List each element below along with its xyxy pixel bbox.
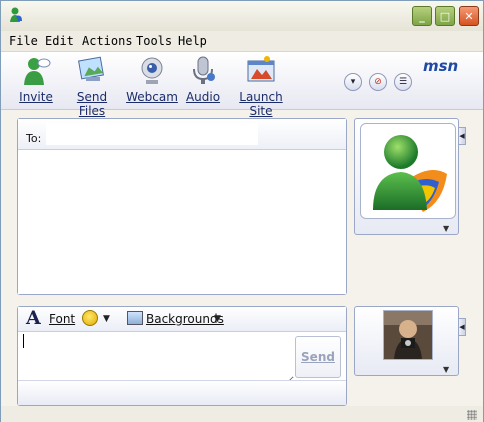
conversation-panel: To:	[17, 118, 347, 295]
maximize-icon: □	[439, 9, 451, 23]
collapse-self-picture-button[interactable]: ◀	[459, 318, 466, 336]
options-icon: ☰	[398, 77, 408, 87]
format-toolbar: A Font ▼ Backgrounds ▼	[18, 307, 346, 332]
close-icon: ✕	[464, 9, 474, 23]
dropdown-icon: ▾	[350, 77, 356, 87]
menu-actions[interactable]: Actions	[82, 34, 133, 48]
font-icon[interactable]: A	[26, 307, 41, 329]
send-button[interactable]: Send	[295, 336, 341, 378]
options-button[interactable]: ☰	[394, 73, 412, 91]
audio-icon	[193, 56, 215, 84]
block-icon: ⊘	[374, 77, 382, 87]
close-button[interactable]: ✕	[459, 6, 479, 26]
collapse-contact-picture-button[interactable]: ◀	[459, 127, 466, 145]
webcam-icon	[141, 57, 163, 84]
msn-buddy-small-icon	[10, 7, 22, 22]
invite-button[interactable]: Invite	[19, 55, 53, 104]
chevron-left-icon: ◀	[459, 132, 465, 140]
chevron-left-icon: ◀	[459, 323, 465, 331]
backgrounds-icon[interactable]	[127, 311, 143, 325]
minimize-button[interactable]: _	[412, 6, 432, 26]
status-bar	[1, 406, 483, 422]
toolbar-dropdown-button[interactable]: ▾	[344, 73, 362, 91]
launch-site-button[interactable]: Launch Site	[239, 55, 283, 118]
send-files-icon	[78, 56, 104, 81]
minimize-icon: _	[419, 9, 425, 23]
launch-site-label: Launch Site	[239, 90, 283, 118]
menu-bar: File Edit Actions Tools Help	[1, 31, 483, 52]
self-display-picture-panel: ▼	[354, 306, 459, 376]
menu-help[interactable]: Help	[178, 34, 207, 48]
menu-tools[interactable]: Tools	[136, 34, 172, 48]
text-cursor	[23, 334, 24, 348]
contact-display-picture-panel: ▼	[354, 118, 459, 235]
resize-grip-icon[interactable]	[467, 410, 477, 420]
webcam-label: Webcam	[126, 90, 178, 104]
to-label: To:	[26, 132, 42, 145]
maximize-button[interactable]: □	[435, 6, 455, 26]
emoticon-dropdown-icon[interactable]: ▼	[103, 314, 110, 324]
launch-site-icon	[247, 56, 275, 82]
invite-icon	[24, 58, 51, 85]
menu-file[interactable]: File	[9, 34, 38, 48]
smiley-icon[interactable]	[82, 310, 98, 326]
self-display-picture[interactable]	[383, 310, 433, 360]
compose-footer	[18, 380, 346, 405]
user-photo-icon	[384, 311, 432, 359]
invite-label: Invite	[19, 90, 53, 104]
message-input[interactable]	[20, 333, 294, 385]
webcam-button[interactable]: Webcam	[126, 55, 178, 104]
conversation-window: _ □ ✕ File Edit Actions Tools Help Invit…	[0, 0, 484, 422]
block-button[interactable]: ⊘	[369, 73, 387, 91]
title-bar[interactable]: _ □ ✕	[1, 1, 483, 31]
msn-logo: msn	[423, 57, 459, 75]
to-field[interactable]	[46, 123, 258, 145]
backgrounds-dropdown-icon[interactable]: ▼	[214, 314, 221, 324]
msn-buddy-icon	[373, 135, 447, 212]
self-picture-dropdown-icon[interactable]: ▼	[443, 365, 449, 374]
contact-picture-dropdown-icon[interactable]: ▼	[443, 224, 449, 233]
font-button[interactable]: Font	[49, 312, 75, 326]
conversation-history[interactable]	[18, 150, 346, 294]
menu-edit[interactable]: Edit	[45, 34, 74, 48]
compose-panel: A Font ▼ Backgrounds ▼ Send	[17, 306, 347, 406]
send-files-button[interactable]: Send Files	[76, 55, 108, 118]
audio-button[interactable]: Audio	[186, 55, 220, 104]
to-row: To:	[18, 119, 346, 150]
send-files-label: Send Files	[76, 90, 108, 118]
backgrounds-button[interactable]: Backgrounds	[146, 312, 224, 326]
contact-display-picture[interactable]	[360, 123, 456, 219]
audio-label: Audio	[185, 90, 221, 104]
